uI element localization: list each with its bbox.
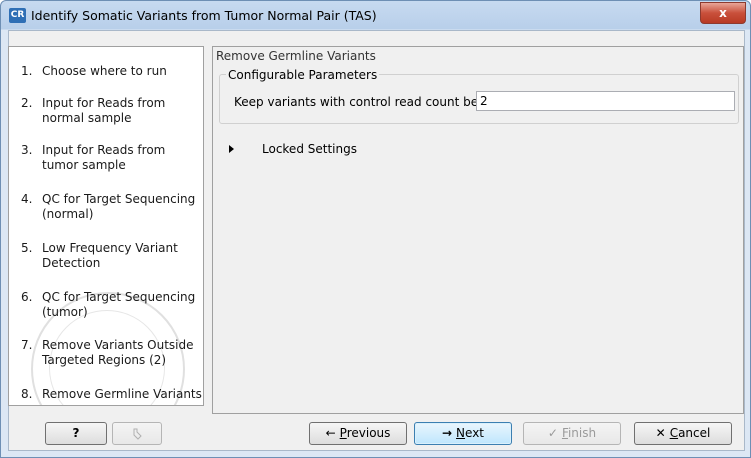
step-label: Remove Germline Variants — [42, 387, 202, 401]
checkmark-icon: ✓ — [547, 426, 558, 440]
step-label: Low Frequency Variant Detection — [42, 241, 178, 270]
reset-icon — [133, 428, 142, 440]
previous-mnemonic: P — [339, 426, 347, 440]
settings-panel: Remove Germline Variants Configurable Pa… — [212, 46, 744, 414]
step-label: QC for Target Sequencing (tumor) — [42, 290, 196, 319]
control-read-count-input[interactable] — [476, 91, 735, 111]
step-number: 4. — [21, 192, 33, 206]
step-number: 8. — [21, 387, 33, 401]
dialog-window: CR Identify Somatic Variants from Tumor … — [0, 0, 751, 458]
step-number: 7. — [21, 338, 33, 352]
previous-label: revious — [346, 426, 391, 440]
help-label: ? — [72, 426, 80, 440]
close-button[interactable]: x — [700, 2, 746, 24]
locked-settings-label: Locked Settings — [262, 142, 357, 156]
app-icon: CR — [9, 8, 26, 23]
cancel-label: ancel — [678, 426, 711, 440]
step-number: 3. — [21, 143, 33, 157]
wizard-steps-list: 1. Choose where to run 2. Input for Read… — [8, 46, 204, 406]
cancel-mnemonic: C — [669, 426, 679, 440]
help-button[interactable]: ? — [45, 422, 107, 445]
step-label: Input for Reads from normal sample — [42, 96, 166, 125]
arrow-left-icon: ← — [325, 426, 336, 440]
step-label: Choose where to run — [42, 64, 167, 78]
finish-label: inish — [567, 426, 597, 440]
window-title: Identify Somatic Variants from Tumor Nor… — [31, 8, 377, 23]
step-label: Remove Variants Outside Targeted Regions… — [42, 338, 194, 367]
previous-button[interactable]: ← Previous — [309, 422, 407, 445]
arrow-right-icon: → — [441, 426, 453, 440]
group-title: Configurable Parameters — [226, 68, 380, 82]
x-icon: ✕ — [655, 426, 666, 440]
title-bar[interactable]: CR Identify Somatic Variants from Tumor … — [1, 1, 750, 30]
next-mnemonic: N — [456, 426, 466, 440]
cancel-button[interactable]: ✕ Cancel — [634, 422, 732, 445]
step-number: 1. — [21, 64, 33, 78]
step-label: Input for Reads from tumor sample — [42, 143, 166, 172]
panel-title: Remove Germline Variants — [216, 49, 376, 63]
expand-triangle-icon[interactable] — [229, 145, 234, 153]
finish-button[interactable]: ✓ Finish — [523, 422, 621, 445]
step-number: 6. — [21, 290, 33, 304]
next-label: ext — [465, 426, 485, 440]
next-button[interactable]: → Next — [414, 422, 512, 445]
step-number: 5. — [21, 241, 33, 255]
step-number: 2. — [21, 96, 33, 110]
reset-button[interactable] — [112, 422, 162, 445]
control-read-count-label: Keep variants with control read count be… — [234, 95, 499, 109]
close-icon: x — [719, 6, 727, 20]
step-label: QC for Target Sequencing (normal) — [42, 192, 196, 221]
